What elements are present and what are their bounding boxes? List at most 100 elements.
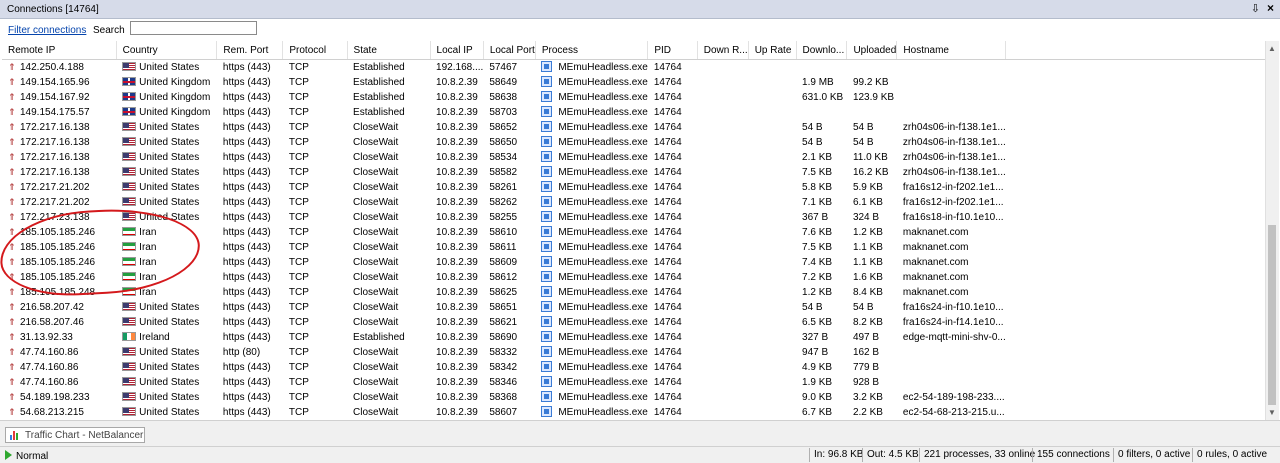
column-header[interactable]: State — [347, 41, 431, 60]
table-row[interactable]: ⇑ 185.105.185.246 Iran https (443) TCP CloseW… — [2, 240, 1265, 255]
country-text: Ireland — [139, 331, 170, 343]
country-text: United Kingdom — [139, 106, 211, 118]
remote-port-text: https (443) — [222, 166, 271, 178]
table-row[interactable]: ⇑ 185.105.185.246 Iran https (443) TCP CloseW… — [2, 270, 1265, 285]
uploaded-text: 54 B — [852, 121, 874, 133]
table-row[interactable]: ⇑ 172.217.16.138 United States https (443) T… — [2, 135, 1265, 150]
table-row[interactable]: ⇑ 142.250.4.188 United States https (443) TC… — [2, 60, 1265, 76]
flag-iran-icon — [122, 286, 137, 296]
mode-status[interactable]: Normal — [5, 450, 48, 462]
protocol-cell: TCP — [283, 105, 347, 120]
close-icon[interactable]: × — [1267, 1, 1274, 15]
country-cell: United States — [116, 150, 217, 165]
table-row[interactable]: ⇑ 47.74.160.86 United States https (443) TCP… — [2, 360, 1265, 375]
table-row[interactable]: ⇑ 47.74.160.86 United States http (80) TCP Cl… — [2, 345, 1265, 360]
search-input[interactable] — [130, 21, 257, 35]
uploaded-text: 1.6 KB — [852, 271, 883, 283]
column-header[interactable]: Rem. Port — [216, 41, 284, 60]
remote-ip-text: 172.217.16.138 — [20, 152, 90, 163]
column-header[interactable]: Down R... — [697, 41, 749, 60]
remote-ip-cell: ⇑ 47.74.160.86 — [2, 375, 116, 390]
hostname-text: ec2-54-68-213-215.u... — [902, 406, 1005, 418]
table-row[interactable]: ⇑ 149.154.167.92 United Kingdom https (443)… — [2, 90, 1265, 105]
local-port-text: 58610 — [489, 226, 518, 238]
pid-cell: 14764 — [648, 315, 697, 330]
downloaded-text: 6.7 KB — [802, 406, 833, 418]
process-text: MEmuHeadless.exe — [558, 361, 648, 373]
table-row[interactable]: ⇑ 185.105.185.248 Iran https (443) TCP CloseW… — [2, 285, 1265, 300]
column-header[interactable]: Uploaded — [846, 41, 898, 60]
table-row[interactable]: ⇑ 149.154.175.57 United Kingdom https (443)… — [2, 105, 1265, 120]
column-header[interactable]: Remote IP — [2, 41, 117, 60]
pin-icon[interactable]: ⇩ — [1251, 2, 1260, 15]
hostname-text: zrh04s06-in-f138.1e1... — [902, 151, 1006, 163]
hostname-cell: edge-mqtt-mini-shv-0... — [897, 330, 1006, 345]
table-row[interactable]: ⇑ 172.217.21.202 United States https (443) T… — [2, 180, 1265, 195]
local-port-text: 58346 — [489, 376, 518, 388]
column-header[interactable]: Up Rate — [748, 41, 797, 60]
column-header[interactable]: Country — [116, 41, 218, 60]
state-text: CloseWait — [353, 376, 399, 388]
row-filler — [1006, 240, 1265, 255]
table-row[interactable]: ⇑ 172.217.16.138 United States https (443) T… — [2, 120, 1265, 135]
tab-traffic-chart[interactable]: Traffic Chart - NetBalancer — [5, 427, 145, 443]
local-port-text: 58638 — [489, 91, 518, 103]
table-row[interactable]: ⇑ 54.68.213.215 United States https (443) TC… — [2, 405, 1265, 420]
column-header[interactable]: Downlo... — [796, 41, 848, 60]
country-text: United States — [139, 346, 200, 358]
up-rate-cell — [748, 225, 796, 240]
scroll-up-icon[interactable]: ▲ — [1268, 44, 1276, 53]
state-text: Established — [353, 61, 405, 73]
column-header[interactable]: Hostname — [896, 41, 1007, 60]
hostname-cell: ec2-54-189-198-233.... — [897, 390, 1006, 405]
table-row[interactable]: ⇑ 185.105.185.246 Iran https (443) TCP CloseW… — [2, 225, 1265, 240]
scrollbar-thumb[interactable] — [1268, 225, 1276, 405]
pid-text: 14764 — [653, 241, 682, 253]
column-header[interactable]: PID — [647, 41, 698, 60]
pid-text: 14764 — [653, 376, 682, 388]
column-header[interactable]: Local Port — [483, 41, 536, 60]
table-row[interactable]: ⇑ 172.217.23.138 United States https (443) T… — [2, 210, 1265, 225]
table-row[interactable]: ⇑ 54.189.198.233 United States https (443) T… — [2, 390, 1265, 405]
table-row[interactable]: ⇑ 172.217.21.202 United States https (443) T… — [2, 195, 1265, 210]
column-header[interactable]: Protocol — [282, 41, 348, 60]
process-icon — [541, 210, 553, 222]
remote-host-icon: ⇑ — [8, 287, 16, 297]
status-filters: 0 filters, 0 active — [1113, 448, 1190, 462]
column-header[interactable]: Local IP — [430, 41, 484, 60]
uploaded-cell: 1.1 KB — [847, 240, 897, 255]
table-row[interactable]: ⇑ 31.13.92.33 Ireland https (443) TCP Establi… — [2, 330, 1265, 345]
filter-connections-link[interactable]: Filter connections — [8, 25, 86, 36]
downloaded-cell — [796, 60, 847, 76]
downloaded-text: 631.0 KB — [802, 91, 844, 103]
up-rate-cell — [748, 150, 796, 165]
table-row[interactable]: ⇑ 216.58.207.46 United States https (443) TC… — [2, 315, 1265, 330]
hostname-cell: maknanet.com — [897, 270, 1006, 285]
protocol-text: TCP — [288, 391, 309, 403]
table-row[interactable]: ⇑ 172.217.16.138 United States https (443) T… — [2, 165, 1265, 180]
row-filler — [1006, 150, 1265, 165]
remote-ip-cell: ⇑ 185.105.185.246 — [2, 255, 116, 270]
table-row[interactable]: ⇑ 185.105.185.246 Iran https (443) TCP CloseW… — [2, 255, 1265, 270]
table-row[interactable]: ⇑ 216.58.207.42 United States https (443) TC… — [2, 300, 1265, 315]
protocol-cell: TCP — [283, 210, 347, 225]
column-header[interactable]: Process — [535, 41, 649, 60]
local-ip-text: 10.8.2.39 — [436, 301, 478, 313]
country-cell: United States — [116, 210, 217, 225]
pid-cell: 14764 — [648, 405, 697, 420]
remote-host-icon: ⇑ — [8, 407, 16, 417]
vertical-scrollbar[interactable]: ▲ ▼ — [1265, 41, 1279, 420]
remote-host-icon: ⇑ — [8, 392, 16, 402]
table-row[interactable]: ⇑ 172.217.16.138 United States https (443) T… — [2, 150, 1265, 165]
table-row[interactable]: ⇑ 47.74.160.86 United States https (443) TCP… — [2, 375, 1265, 390]
local-port-text: 58690 — [489, 331, 518, 343]
scroll-down-icon[interactable]: ▼ — [1268, 408, 1276, 417]
protocol-cell: TCP — [283, 330, 347, 345]
process-text: MEmuHeadless.exe — [558, 241, 648, 253]
protocol-text: TCP — [288, 316, 309, 328]
table-row[interactable]: ⇑ 149.154.165.96 United Kingdom https (443)… — [2, 75, 1265, 90]
downloaded-cell: 5.8 KB — [796, 180, 847, 195]
up-rate-cell — [748, 285, 796, 300]
remote-ip-cell: ⇑ 47.74.160.86 — [2, 360, 116, 375]
remote-ip-text: 185.105.185.246 — [20, 242, 96, 253]
